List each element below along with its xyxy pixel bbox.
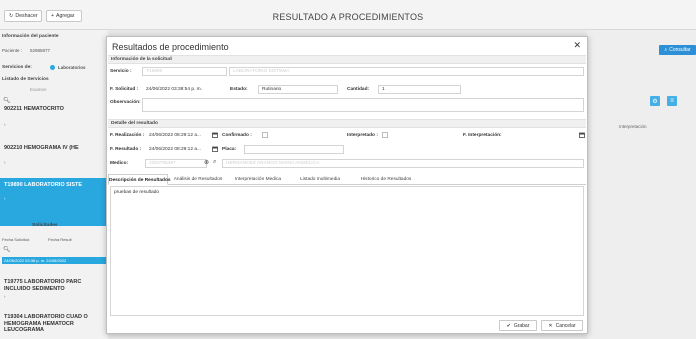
medico-label: Medico: — [110, 161, 129, 166]
search-icon[interactable]: 🔍︎ — [3, 246, 11, 253]
radio-laboratorios[interactable] — [50, 65, 55, 70]
finterpretacion-label: F. Interpretación: — [463, 133, 502, 138]
estado-label: Estado: — [230, 87, 248, 92]
result-description-textarea[interactable]: pruebas de resultado — [110, 186, 584, 316]
cantidad-label: Cantidad: — [347, 87, 370, 92]
list-icon: ≡ — [670, 98, 674, 104]
list-item: T19890 LABORATORIO SISTE — [4, 182, 83, 188]
medico-name-field[interactable]: HERNANDEZ ARANGO MARIA ANGELICA — [222, 159, 584, 168]
list-button[interactable]: ≡ — [667, 96, 677, 106]
top-toolbar: ↻ Deshacer + Agregar RESULTADO A PROCEDI… — [0, 0, 696, 30]
search-icon[interactable]: 🔍︎ — [3, 97, 11, 104]
col-fecha-solicitud: Fecha Solicitud — [2, 237, 30, 242]
observacion-field[interactable] — [142, 98, 584, 112]
tab-multimedia[interactable]: Listado multimedia — [290, 174, 350, 185]
patient-id: 52985877 — [30, 48, 51, 53]
chevron-right-icon[interactable]: › — [4, 122, 6, 127]
confirmado-checkbox[interactable] — [262, 132, 268, 138]
close-icon: ✕ — [548, 322, 553, 329]
col-fecha-result: Fecha Result — [48, 237, 72, 242]
patient-section-title: Información del paciente — [2, 34, 59, 39]
dialog-title: Resultados de procedimiento — [112, 42, 229, 52]
patient-label: Paciente : — [2, 48, 23, 53]
interpretado-checkbox[interactable] — [382, 132, 388, 138]
placa-field[interactable] — [244, 145, 344, 154]
list-item[interactable]: T19775 LABORATORIO PARC INCLUIDO SEDIMEN… — [4, 279, 106, 292]
fresultado-field[interactable]: 24/06/2022 08:29:12 a... — [145, 145, 210, 154]
search-icon: ⌕ — [664, 47, 668, 53]
list-item[interactable]: T19304 LABORATORIO CUAD O HEMOGRAMA HEMA… — [4, 314, 106, 334]
page-title: RESULTADO A PROCEDIMIENTOS — [272, 12, 424, 22]
check-icon: ✔ — [506, 322, 511, 329]
chevron-right-icon[interactable]: › — [4, 196, 6, 201]
tab-interpretacion[interactable]: Interpretación Medica — [228, 174, 288, 185]
interpretation-column-header: Interpretación — [619, 124, 647, 129]
request-section-header: Información de la solicitud — [108, 55, 586, 64]
results-dialog: Resultados de procedimiento ✕ Informació… — [106, 36, 588, 334]
calendar-icon[interactable] — [579, 132, 585, 138]
solicitudes-tab[interactable]: Solicitudes — [32, 223, 58, 228]
servicio-label: Servicio : — [110, 69, 132, 74]
placa-label: Placa: — [222, 147, 237, 152]
tab-historico[interactable]: Historico de Resultados — [352, 174, 420, 185]
consultar-button[interactable]: ⌕ Consultar — [659, 45, 696, 55]
frealizacion-label: F. Realización : — [110, 133, 145, 138]
table-row[interactable]: 24/06/2022 03:38 p. m. 24/06/2022 — [2, 257, 108, 264]
calendar-icon[interactable] — [212, 146, 218, 152]
confirmado-label: Confirmado : — [222, 133, 252, 138]
frealizacion-field[interactable]: 24/06/2022 08:29:12 a... — [145, 131, 210, 140]
services-panel: Información del paciente Paciente : 5298… — [0, 30, 108, 339]
search-icon[interactable]: ⌕ — [213, 159, 216, 166]
result-tabs: Descripción de Resultados Análisis de Re… — [108, 174, 586, 185]
cancel-button[interactable]: ✕ Cancelar — [541, 320, 583, 331]
gear-icon: ⚙ — [652, 98, 658, 105]
finterpretacion-field[interactable] — [507, 131, 577, 140]
exam-column-header: Examen — [30, 87, 47, 92]
right-panel: Interpretación — [587, 30, 696, 339]
services-option: Laboratorios — [58, 65, 86, 70]
list-item[interactable]: 902210 HEMOGRAMA IV (HE — [4, 145, 106, 152]
clear-icon[interactable]: ⊗ — [204, 159, 209, 166]
tab-analisis[interactable]: Análisis de Resultados — [170, 174, 226, 185]
servicio-name-field[interactable]: LABORATORIO SISTEMA — [229, 67, 584, 76]
tab-descripcion[interactable]: Descripción de Resultados — [108, 174, 171, 185]
settings-button[interactable]: ⚙ — [650, 96, 660, 106]
save-button[interactable]: ✔ Grabar — [499, 320, 537, 331]
list-item[interactable]: 902211 HEMATOCRITO — [4, 106, 106, 113]
interpretado-label: Interpretado : — [347, 133, 378, 138]
servicio-code-field[interactable]: T19890 — [142, 67, 227, 76]
services-list-title: Listado de Servicios — [2, 77, 49, 82]
chevron-right-icon[interactable]: › — [4, 160, 6, 165]
fresultado-label: F. Resultado : — [110, 147, 142, 152]
calendar-icon[interactable] — [212, 132, 218, 138]
fsolicitud-label: F. Solicitud : — [110, 87, 139, 92]
cantidad-field[interactable]: 1 — [378, 85, 461, 94]
fsolicitud-field[interactable]: 24/06/2022 03:38:54 p. m. — [142, 85, 227, 94]
observacion-label: Observación: — [110, 100, 141, 105]
medico-code-field[interactable]: 1053765497 — [145, 159, 207, 168]
chevron-right-icon[interactable]: › — [4, 294, 6, 299]
services-label: Servicios de: — [2, 65, 32, 70]
close-icon[interactable]: ✕ — [573, 40, 581, 51]
estado-field[interactable]: Rutinario — [258, 85, 338, 94]
selected-service-card[interactable]: T19890 LABORATORIO SISTE › — [0, 178, 108, 226]
result-section-header: Detalle del resultado — [108, 119, 586, 128]
